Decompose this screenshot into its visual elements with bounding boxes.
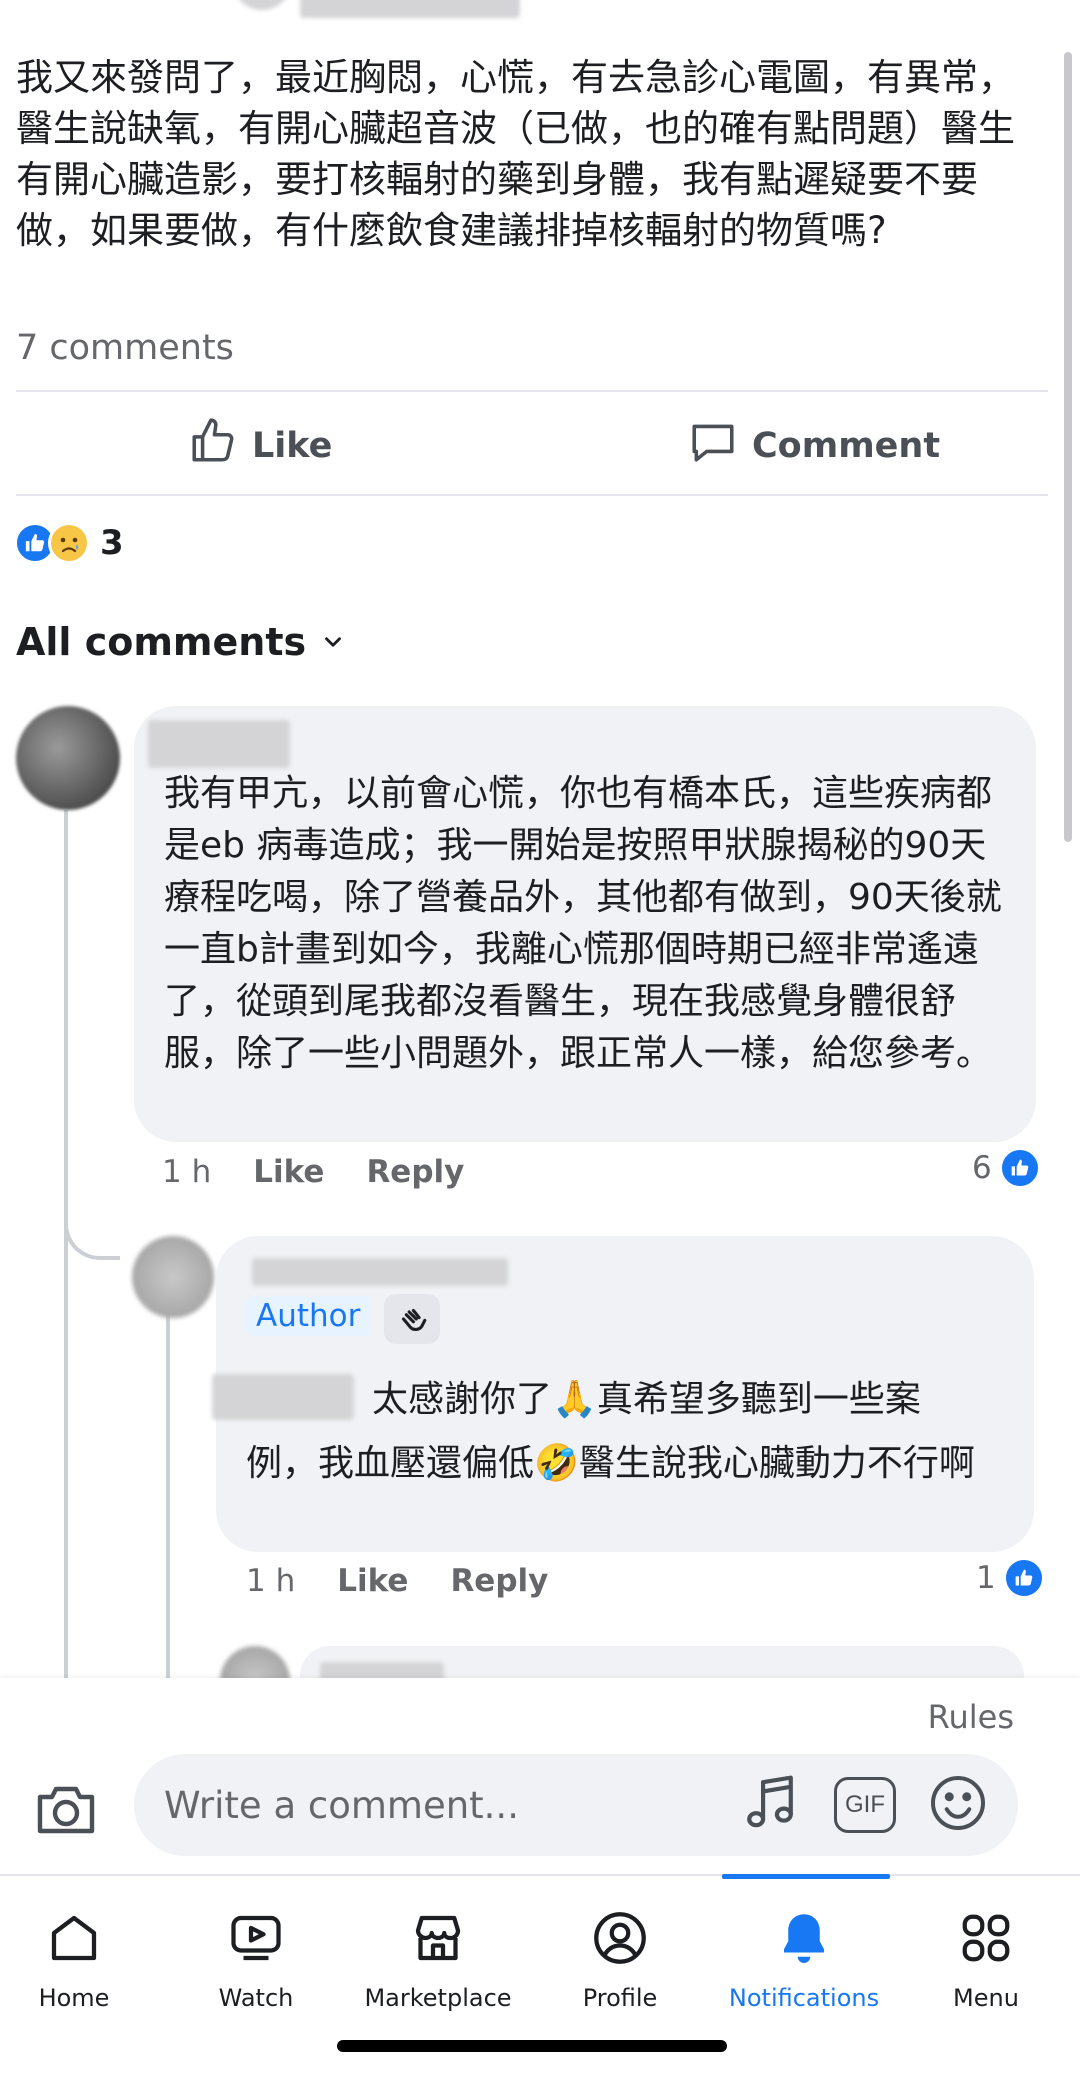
comment-like-count[interactable]: 6 bbox=[972, 1148, 1040, 1188]
bell-icon bbox=[772, 1914, 836, 1972]
comment-input-placeholder: Write a comment... bbox=[164, 1783, 519, 1827]
like-badge-icon bbox=[1003, 1558, 1044, 1598]
chevron-down-icon bbox=[320, 620, 346, 664]
tab-menu[interactable]: Menu bbox=[896, 1908, 1076, 2012]
divider-bottom bbox=[16, 494, 1048, 496]
mention-blurred[interactable] bbox=[212, 1374, 354, 1420]
tab-profile-label: Profile bbox=[582, 1984, 658, 2012]
comment-button-label: Comment bbox=[752, 425, 941, 466]
tab-marketplace-label: Marketplace bbox=[364, 1984, 512, 2012]
like-button-label: Like bbox=[252, 425, 333, 466]
home-indicator[interactable] bbox=[337, 2040, 727, 2052]
tab-menu-label: Menu bbox=[953, 1984, 1019, 2012]
thumbs-up-icon bbox=[188, 416, 238, 475]
gif-label: GIF bbox=[845, 1791, 885, 1818]
like-badge-icon bbox=[999, 1148, 1040, 1188]
comment-input[interactable]: Write a comment... GIF bbox=[134, 1754, 1018, 1856]
sad-reaction-icon bbox=[48, 522, 90, 564]
reaction-summary[interactable]: 3 bbox=[14, 522, 124, 564]
reply-time[interactable]: 1 h bbox=[246, 1563, 295, 1599]
like-button[interactable]: Like bbox=[188, 416, 332, 475]
reply-meta: 1 h Like Reply bbox=[246, 1563, 548, 1599]
thread-line-reply bbox=[166, 1306, 170, 1726]
tab-home-label: Home bbox=[38, 1984, 110, 2012]
thread-line-main bbox=[64, 810, 68, 1810]
reaction-count: 3 bbox=[100, 523, 124, 563]
profile-icon bbox=[588, 1912, 652, 1972]
comment-filter-label: All comments bbox=[16, 620, 307, 664]
author-badge: Author bbox=[246, 1296, 371, 1336]
divider-top bbox=[16, 390, 1048, 392]
tab-notifications-label: Notifications bbox=[728, 1984, 880, 2012]
comment-text: 我有甲亢，以前會心慌，你也有橋本氏，這些疾病都是eb 病毒造成；我一開始是按照甲… bbox=[164, 773, 1002, 1074]
comment-filter-dropdown[interactable]: All comments bbox=[16, 620, 346, 664]
comment-button[interactable]: Comment bbox=[688, 416, 940, 475]
thread-connector bbox=[64, 1200, 120, 1260]
comment-bubble-icon bbox=[688, 416, 738, 475]
reply-like-link[interactable]: Like bbox=[337, 1563, 408, 1599]
rules-link[interactable]: Rules bbox=[928, 1698, 1014, 1736]
author-name-blurred[interactable] bbox=[252, 1258, 508, 1286]
commenter-avatar[interactable] bbox=[16, 706, 120, 810]
blurred-header-name bbox=[300, 0, 520, 18]
comment-meta: 1 h Like Reply bbox=[162, 1154, 464, 1190]
reply-bubble: Author 太感謝你了🙏真希望多聽到一些案 例，我血壓還偏低🤣醫生說我心臟動力… bbox=[212, 1236, 1034, 1552]
tab-profile[interactable]: Profile bbox=[530, 1908, 710, 2012]
music-note-icon[interactable] bbox=[742, 1773, 798, 1837]
menu-grid-icon bbox=[954, 1914, 1018, 1972]
comment-count[interactable]: 7 comments bbox=[16, 328, 234, 368]
reply-text-rest: 例，我血壓還偏低🤣醫生說我心臟動力不行啊 bbox=[246, 1443, 975, 1484]
tab-watch[interactable]: Watch bbox=[166, 1908, 346, 2012]
tab-home[interactable]: Home bbox=[0, 1908, 164, 2012]
tab-notifications[interactable]: Notifications bbox=[714, 1908, 894, 2012]
comment-like-link[interactable]: Like bbox=[253, 1154, 324, 1190]
post-body-text: 我又來發問了，最近胸悶，心慌，有去急診心電圖，有異常，醫生說缺氧，有開心臟超音波… bbox=[16, 56, 1015, 252]
reply-like-count[interactable]: 1 bbox=[976, 1558, 1044, 1598]
smiley-icon[interactable] bbox=[928, 1773, 988, 1837]
reply-reply-link[interactable]: Reply bbox=[450, 1563, 548, 1599]
reply-like-count-value: 1 bbox=[976, 1560, 996, 1596]
comment-like-count-value: 6 bbox=[972, 1150, 992, 1186]
reply-text-line1: 太感謝你了🙏真希望多聽到一些案 bbox=[372, 1379, 921, 1420]
comment-bubble: 我有甲亢，以前會心慌，你也有橋本氏，這些疾病都是eb 病毒造成；我一開始是按照甲… bbox=[134, 706, 1036, 1142]
author-avatar[interactable] bbox=[132, 1236, 214, 1318]
watch-icon bbox=[224, 1915, 288, 1972]
tab-watch-label: Watch bbox=[218, 1984, 294, 2012]
active-tab-indicator bbox=[722, 1874, 890, 1879]
tab-marketplace[interactable]: Marketplace bbox=[348, 1908, 528, 2012]
scrollbar[interactable] bbox=[1064, 52, 1072, 842]
gif-icon[interactable]: GIF bbox=[834, 1777, 896, 1833]
comment-time[interactable]: 1 h bbox=[162, 1154, 211, 1190]
camera-icon[interactable] bbox=[34, 1780, 98, 1842]
commenter-name-blurred[interactable] bbox=[148, 720, 290, 768]
waving-hand-icon bbox=[384, 1294, 440, 1344]
comment-reply-link[interactable]: Reply bbox=[366, 1154, 464, 1190]
marketplace-icon bbox=[406, 1915, 470, 1972]
blurred-header-avatar bbox=[232, 0, 292, 10]
home-icon bbox=[42, 1915, 106, 1972]
